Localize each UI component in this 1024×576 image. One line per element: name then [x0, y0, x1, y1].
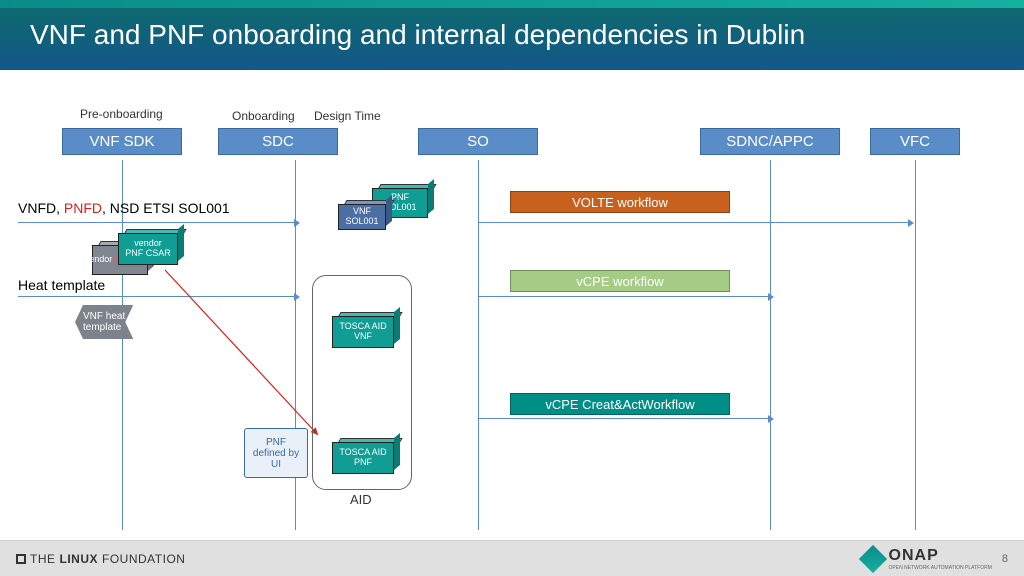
page-title: VNF and PNF onboarding and internal depe… [30, 19, 805, 51]
onap-logo: ONAP OPEN NETWORK AUTOMATION PLATFORM [863, 547, 992, 571]
col-vnf-sdk: VNF SDK [62, 128, 182, 155]
footer: THE LINUX FOUNDATION ONAP OPEN NETWORK A… [0, 540, 1024, 576]
col-so: SO [418, 128, 538, 155]
linux-foundation-logo: THE LINUX FOUNDATION [16, 552, 185, 566]
lf-foundation: FOUNDATION [102, 552, 185, 566]
row-vnfd: VNFD, PNFD, NSD ETSI SOL001 [18, 200, 230, 216]
block-vnf-sol001-label: VNF SOL001 [338, 204, 386, 230]
row-heat: Heat template [18, 277, 105, 293]
block-tosca-pnf: TOSCA AID PNF [332, 442, 394, 474]
block-pnf-ui: PNF defined by UI [244, 428, 308, 478]
arrow-vcpe2 [478, 418, 768, 419]
page-number: 8 [1002, 553, 1008, 565]
phase-onboarding: Onboarding [232, 109, 295, 123]
arrow-volte [478, 222, 908, 223]
block-vendor-pnf-csar-label: vendor PNF CSAR [118, 233, 178, 265]
arrow-r2-sdc [18, 296, 294, 297]
lf-icon [16, 554, 26, 564]
block-tosca-vnf-label: TOSCA AID VNF [332, 316, 394, 348]
col-vfc: VFC [870, 128, 960, 155]
diagram-canvas: Pre-onboarding Onboarding Design Time VN… [0, 70, 1024, 540]
lf-the: THE [30, 552, 56, 566]
row-vnfd-a: VNFD, [18, 200, 64, 216]
col-sdnc: SDNC/APPC [700, 128, 840, 155]
onap-text: ONAP [889, 547, 992, 565]
title-bar: VNF and PNF onboarding and internal depe… [0, 0, 1024, 70]
row-vnfd-c: , NSD ETSI SOL001 [102, 200, 230, 216]
aid-label: AID [350, 492, 372, 507]
onap-icon [858, 544, 886, 572]
arrow-vcpe [478, 296, 768, 297]
phase-design: Design Time [314, 109, 381, 123]
arrow-r1-sdc [18, 222, 294, 223]
block-vnf-sol001: VNF SOL001 [338, 204, 386, 230]
col-sdc: SDC [218, 128, 338, 155]
flag-vnf-heat: VNF heat template [75, 305, 133, 339]
vline-sdnc [770, 160, 771, 530]
block-vendor-pnf-csar: vendor PNF CSAR [118, 233, 178, 265]
vline-vfc [915, 160, 916, 530]
workflow-volte: VOLTE workflow [510, 191, 730, 213]
onap-subtext: OPEN NETWORK AUTOMATION PLATFORM [889, 565, 992, 571]
block-tosca-vnf: TOSCA AID VNF [332, 316, 394, 348]
vline-so [478, 160, 479, 530]
workflow-vcpe: vCPE workflow [510, 270, 730, 292]
block-tosca-pnf-label: TOSCA AID PNF [332, 442, 394, 474]
row-vnfd-b: PNFD [64, 200, 102, 216]
phase-pre: Pre-onboarding [80, 107, 163, 121]
workflow-vcpe-create: vCPE Creat&ActWorkflow [510, 393, 730, 415]
lf-linux: LINUX [60, 552, 99, 566]
